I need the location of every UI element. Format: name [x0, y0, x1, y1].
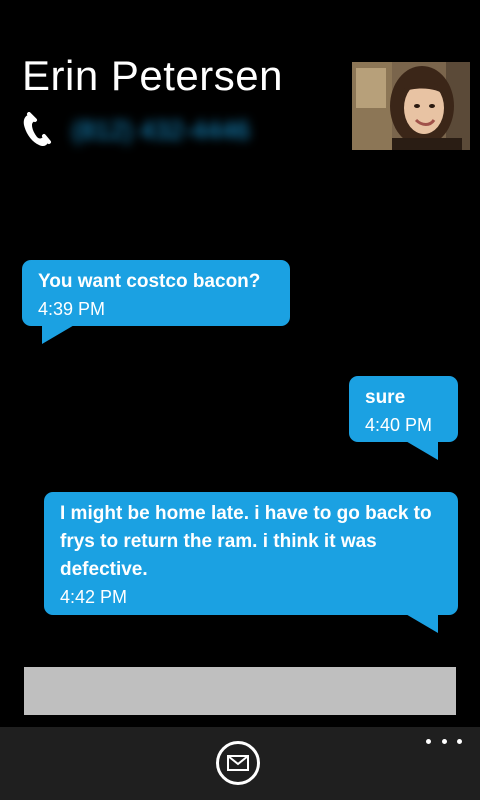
more-options-button[interactable] [426, 733, 462, 749]
message-received[interactable]: You want costco bacon? 4:39 PM [22, 260, 290, 344]
contact-photo [352, 62, 470, 150]
message-text: I might be home late. i have to go back … [60, 503, 432, 580]
bubble-tail [404, 440, 438, 460]
message-time: 4:40 PM [365, 415, 433, 435]
bubble-tail [42, 324, 76, 344]
bubble-tail [404, 613, 438, 633]
send-button[interactable] [216, 741, 260, 785]
contact-name: Erin Petersen [22, 52, 283, 99]
ellipsis-icon [426, 738, 431, 744]
message-text: sure [365, 387, 406, 408]
message-sent[interactable]: sure 4:40 PM [349, 376, 458, 460]
app-bar [0, 727, 480, 800]
ellipsis-icon [441, 738, 447, 744]
phone-number[interactable]: (812) 432-4446 [72, 115, 250, 146]
message-text: You want costco bacon? [38, 271, 261, 292]
contact-avatar[interactable] [352, 62, 470, 150]
message-time: 4:42 PM [60, 587, 128, 607]
message-compose-input[interactable] [24, 667, 456, 715]
message-sent[interactable]: I might be home late. i have to go back … [44, 492, 458, 633]
contact-phone-row[interactable]: (812) 432-4446 [22, 110, 250, 150]
message-time: 4:39 PM [38, 299, 106, 319]
phone-icon[interactable] [22, 112, 52, 148]
ellipsis-icon [457, 738, 462, 744]
envelope-icon [227, 755, 249, 771]
